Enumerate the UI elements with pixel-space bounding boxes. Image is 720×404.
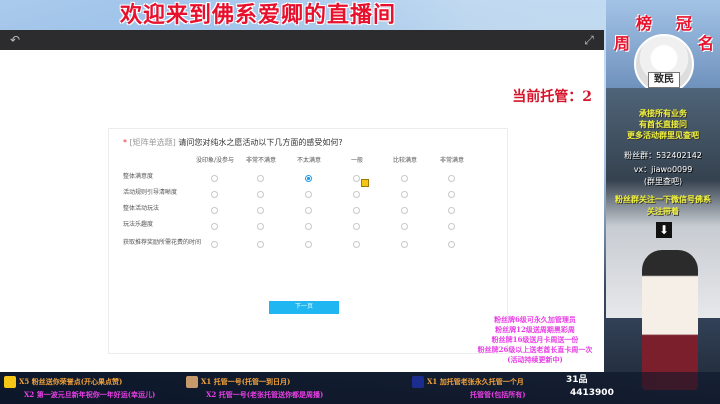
radio-option[interactable]: [211, 223, 218, 230]
column-header: 非常满意: [439, 157, 464, 164]
radio-option[interactable]: [353, 191, 360, 198]
matrix-row: 整体满意度: [109, 173, 507, 187]
expand-icon[interactable]: ⤢: [582, 33, 596, 47]
radio-option[interactable]: [448, 207, 455, 214]
matrix-row: 玩法乐趣度: [109, 221, 507, 235]
radio-option[interactable]: [257, 175, 264, 182]
gift-icon: [186, 376, 198, 388]
radio-option[interactable]: [211, 175, 218, 182]
radio-option[interactable]: [257, 223, 264, 230]
radio-option[interactable]: [305, 207, 312, 214]
row-label: 获取推荐奖励所需花费的时间: [123, 239, 202, 246]
gift-item: X1 加托管老张永久托管一个月: [412, 376, 524, 388]
matrix-row: 获取推荐奖励所需花费的时间: [109, 239, 507, 253]
rank-label: 名: [698, 34, 715, 53]
fan-messages: 粉丝牌6级可永久加管理员 粉丝牌12级送周期黑彩周 粉丝牌16级送月卡周送一份 …: [450, 315, 620, 365]
row-label: 活动规则引导清晰度: [123, 189, 178, 196]
column-header: 比较满意: [392, 157, 417, 164]
promo-line: 承接所有业务: [639, 108, 687, 118]
fan-message: 粉丝牌6级可永久加管理员: [494, 315, 576, 324]
radio-option[interactable]: [353, 207, 360, 214]
rank-label: 周: [614, 34, 631, 53]
radio-option[interactable]: [448, 191, 455, 198]
matrix-header: 没印象/没参与 非常不满意 不太满意 一般 比较满意 非常满意: [109, 155, 507, 167]
arrow-down-icon: ⬇: [656, 222, 672, 238]
vx-id: vx：jiawo0099: [633, 165, 693, 174]
fan-message: 粉丝牌16级送月卡周送一份: [491, 335, 579, 344]
row-label: 整体满意度: [123, 173, 154, 180]
radio-option[interactable]: [257, 191, 264, 198]
radio-option[interactable]: [401, 191, 408, 198]
fan-message: (活动持续更新中): [507, 355, 563, 364]
vx-note: (群里查吧): [643, 177, 683, 186]
question-text: 请问您对纯水之愿活动以下几方面的感受如何?: [178, 138, 343, 147]
radio-option[interactable]: [353, 241, 360, 248]
trustee-count: 当前托管：2: [512, 89, 592, 105]
radio-option[interactable]: [401, 223, 408, 230]
fan-message: 粉丝牌12级送周期黑彩周: [495, 325, 575, 334]
rank-label: 榜: [636, 14, 653, 33]
streamer-sidebar: 榜 冠 周 名 致民 承接所有业务 有酋长直接问 更多活动群里见查吧 粉丝群：5…: [606, 0, 720, 404]
radio-option[interactable]: [305, 223, 312, 230]
next-page-button[interactable]: 下一页: [269, 301, 339, 314]
gift-icon: [412, 376, 424, 388]
radio-option[interactable]: [305, 175, 312, 182]
radio-option[interactable]: [401, 175, 408, 182]
radio-option[interactable]: [448, 175, 455, 182]
streamer-camera: [642, 250, 698, 390]
weekly-rank-banner: 榜 冠 周 名 致民: [606, 0, 720, 94]
gift-item: X2 托管一号(老张托管送你都是周播): [206, 390, 324, 399]
avatar-badge: 致民: [648, 72, 680, 88]
radio-option[interactable]: [211, 191, 218, 198]
viewer-label: 31品: [566, 375, 588, 385]
row-label: 玩法乐趣度: [123, 221, 154, 228]
column-header: 没印象/没参与: [195, 157, 235, 164]
fan-message: 粉丝牌26级以上送老酋长直卡周一次: [477, 345, 593, 354]
fan-group: 粉丝群：532402142: [624, 151, 702, 160]
question-tag: [矩阵单选题]: [129, 138, 176, 147]
radio-option[interactable]: [211, 207, 218, 214]
column-header: 一般: [350, 157, 363, 164]
subscribe-line: 粉丝群关注一下微信号佛系: [615, 194, 711, 204]
radio-option[interactable]: [353, 223, 360, 230]
radio-option[interactable]: [257, 241, 264, 248]
gift-item: X5 粉丝送你荣誉点(开心果点赞): [4, 376, 122, 388]
radio-option[interactable]: [211, 241, 218, 248]
back-icon[interactable]: ↶: [8, 33, 22, 47]
subscribe-line: 关注带着: [647, 206, 679, 216]
radio-option[interactable]: [448, 241, 455, 248]
question-title: * [矩阵单选题] 请问您对纯水之愿活动以下几方面的感受如何?: [123, 137, 343, 148]
required-mark: *: [123, 138, 127, 147]
gift-icon: [4, 376, 16, 388]
radio-option[interactable]: [305, 241, 312, 248]
radio-option[interactable]: [401, 207, 408, 214]
row-label: 整体活动玩法: [123, 205, 160, 212]
promo-line: 有酋长直接问: [639, 119, 687, 129]
radio-option[interactable]: [401, 241, 408, 248]
matrix-row: 整体活动玩法: [109, 205, 507, 219]
radio-option[interactable]: [305, 191, 312, 198]
column-header: 不太满意: [296, 157, 321, 164]
survey-card: * [矩阵单选题] 请问您对纯水之愿活动以下几方面的感受如何? 没印象/没参与 …: [108, 128, 508, 354]
viewer-count: 4413900: [570, 388, 614, 398]
app-toolbar: ↶ ⤢: [0, 30, 604, 50]
cursor-icon: [361, 179, 369, 187]
column-header: 非常不满意: [245, 157, 276, 164]
stream-title: 欢迎来到佛系爱卿的直播间: [120, 2, 397, 28]
radio-option[interactable]: [353, 175, 360, 182]
rank-label: 冠: [676, 14, 693, 33]
radio-option[interactable]: [448, 223, 455, 230]
gift-item: 托管管(包括所有): [470, 390, 526, 399]
gift-item: X1 托管一号(托管一到日月): [186, 376, 290, 388]
promo-line: 更多活动群里见查吧: [627, 130, 699, 140]
gift-item: X2 第一波元旦新年祝你一年好运(幸运儿): [24, 390, 156, 399]
matrix-row: 活动规则引导清晰度: [109, 189, 507, 203]
radio-option[interactable]: [257, 207, 264, 214]
